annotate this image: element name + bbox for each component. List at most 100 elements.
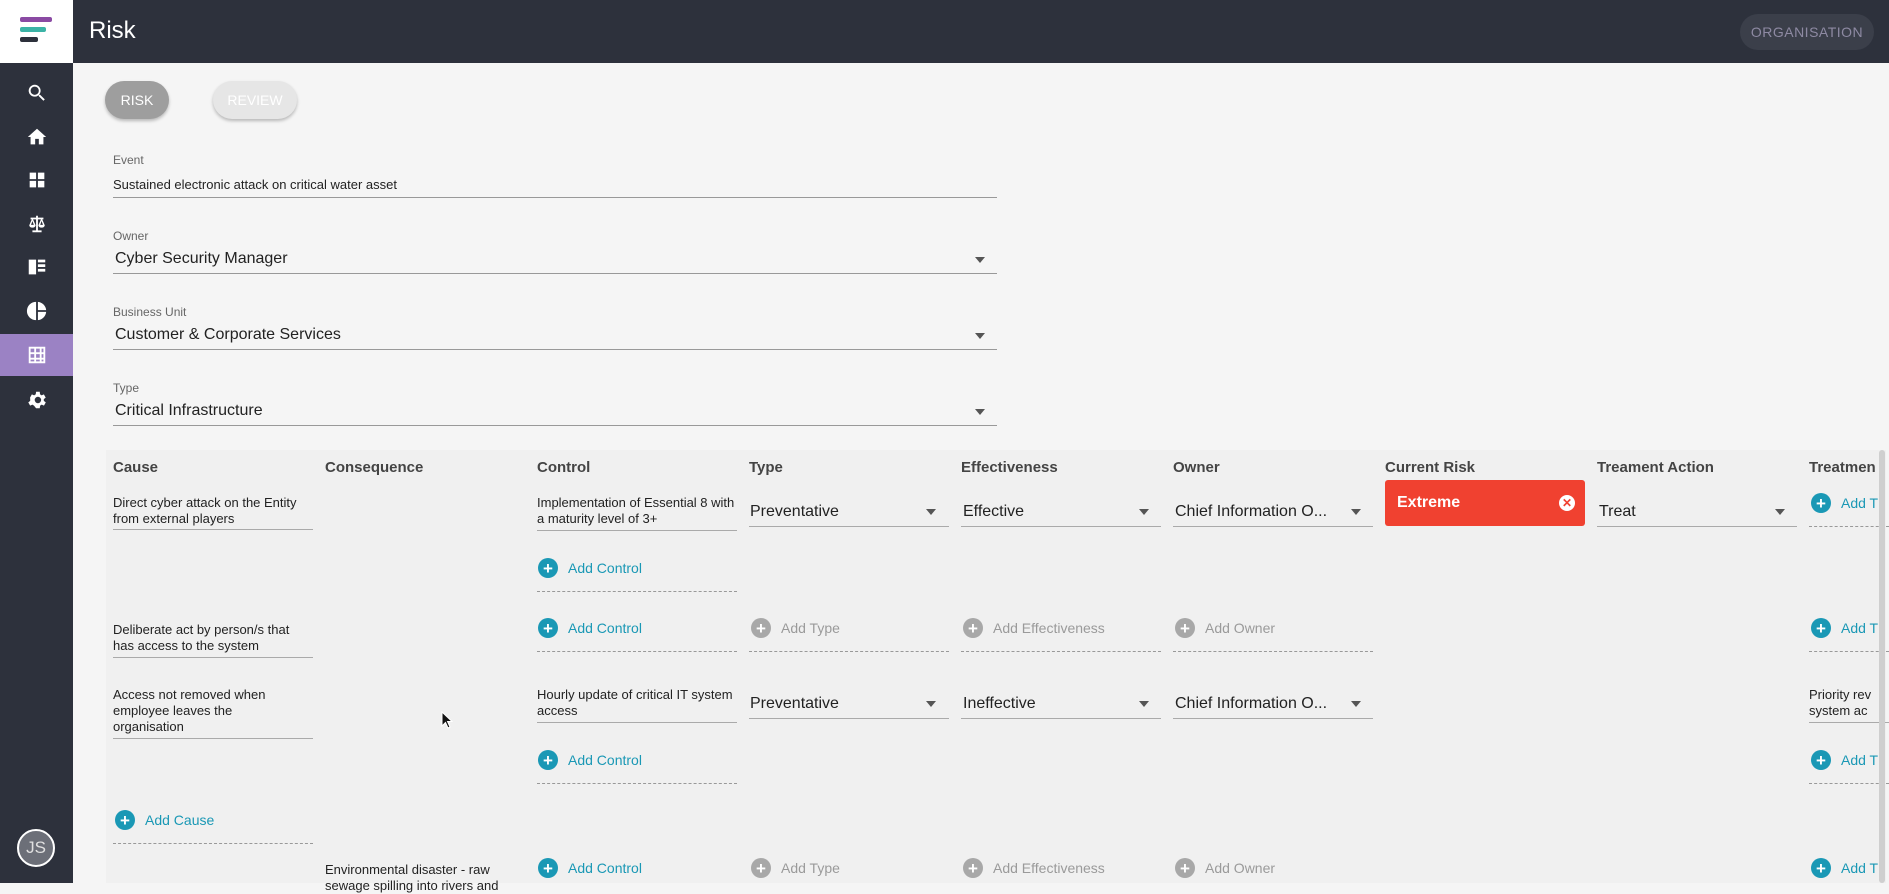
- owner-underline: [113, 273, 997, 274]
- chevron-down-icon[interactable]: [926, 701, 936, 707]
- mouse-cursor-icon: [441, 711, 453, 729]
- chevron-down-icon[interactable]: [1351, 509, 1361, 515]
- logo-bar: [20, 37, 38, 42]
- add-type-button[interactable]: + Add Type: [751, 618, 840, 638]
- current-risk-extreme-chip[interactable]: Extreme ✕: [1385, 480, 1585, 526]
- event-input[interactable]: Sustained electronic attack on critical …: [113, 177, 397, 192]
- owner-underline: [1173, 526, 1373, 527]
- effectiveness-select[interactable]: Ineffective: [963, 695, 1036, 713]
- chevron-down-icon[interactable]: [975, 333, 985, 339]
- type-underline: [749, 718, 949, 719]
- nav-search[interactable]: [0, 72, 73, 114]
- nav-compliance[interactable]: [0, 203, 73, 245]
- plus-icon: +: [1811, 858, 1831, 878]
- plus-icon: +: [751, 618, 771, 638]
- col-header-cause: Cause: [113, 459, 159, 476]
- nav-register[interactable]: [0, 246, 73, 288]
- sidebar: JS: [0, 0, 73, 883]
- list-icon: [28, 259, 45, 275]
- chevron-down-icon[interactable]: [975, 257, 985, 263]
- event-underline: [113, 197, 997, 198]
- chevron-down-icon[interactable]: [1351, 701, 1361, 707]
- add-treatment-button[interactable]: + Add T: [1811, 493, 1878, 513]
- owner-select[interactable]: Cyber Security Manager: [115, 250, 288, 268]
- control-owner-select[interactable]: Chief Information O...: [1175, 695, 1327, 713]
- nav-home[interactable]: [0, 116, 73, 158]
- add-treatment-button[interactable]: + Add T: [1811, 750, 1878, 770]
- chevron-down-icon[interactable]: [926, 509, 936, 515]
- type-underline: [749, 526, 949, 527]
- plus-icon: +: [1811, 618, 1831, 638]
- add-control-button[interactable]: + Add Control: [538, 558, 642, 578]
- business-unit-underline: [113, 349, 997, 350]
- nav-settings[interactable]: [0, 379, 73, 421]
- plus-icon: +: [1175, 858, 1195, 878]
- owner-underline: [1173, 718, 1373, 719]
- chevron-down-icon[interactable]: [1139, 701, 1149, 707]
- add-effectiveness-button[interactable]: + Add Effectiveness: [963, 618, 1105, 638]
- nav-dashboard[interactable]: [0, 159, 73, 201]
- type-underline: [113, 425, 997, 426]
- plus-icon: +: [115, 810, 135, 830]
- add-owner-button[interactable]: + Add Owner: [1175, 858, 1275, 878]
- control-owner-select[interactable]: Chief Information O...: [1175, 503, 1327, 521]
- business-unit-select[interactable]: Customer & Corporate Services: [115, 326, 341, 344]
- plus-icon: +: [1811, 493, 1831, 513]
- treatment-dash: [1809, 651, 1889, 652]
- add-treatment-button[interactable]: + Add T: [1811, 618, 1878, 638]
- plus-icon: +: [1811, 750, 1831, 770]
- add-owner-dash: [1173, 651, 1373, 652]
- nav-reports[interactable]: [0, 290, 73, 332]
- nav-risk-matrix[interactable]: [0, 334, 73, 376]
- cause-input[interactable]: Direct cyber attack on the Entity from e…: [113, 495, 303, 527]
- dashboard-grid-icon: [29, 172, 44, 188]
- pie-chart-icon: [26, 301, 46, 321]
- chevron-down-icon[interactable]: [975, 409, 985, 415]
- col-header-type: Type: [749, 459, 783, 476]
- plus-icon: +: [1175, 618, 1195, 638]
- type-label: Type: [113, 381, 140, 395]
- plus-icon: +: [963, 618, 983, 638]
- add-owner-button[interactable]: + Add Owner: [1175, 618, 1275, 638]
- vertical-scrollbar[interactable]: [1879, 450, 1885, 883]
- effectiveness-select[interactable]: Effective: [963, 503, 1024, 521]
- plus-icon: +: [963, 858, 983, 878]
- add-control-button[interactable]: + Add Control: [538, 618, 642, 638]
- col-header-treatment-action: Treament Action: [1597, 459, 1714, 476]
- treatment-text[interactable]: Priority rev system ac: [1809, 687, 1875, 721]
- treatment-action-select[interactable]: Treat: [1599, 503, 1636, 521]
- tab-risk[interactable]: RISK: [105, 81, 169, 119]
- organisation-button[interactable]: ORGANISATION: [1740, 14, 1874, 50]
- app-logo[interactable]: [0, 0, 73, 63]
- close-icon[interactable]: ✕: [1559, 495, 1575, 511]
- add-control-button[interactable]: + Add Control: [538, 750, 642, 770]
- home-icon: [27, 128, 46, 145]
- cause-input[interactable]: Access not removed when employee leaves …: [113, 687, 303, 735]
- control-input[interactable]: Hourly update of critical IT system acce…: [537, 687, 737, 719]
- col-header-control: Control: [537, 459, 591, 476]
- add-control-button[interactable]: + Add Control: [538, 858, 642, 878]
- add-type-button[interactable]: + Add Type: [751, 858, 840, 878]
- avatar[interactable]: JS: [17, 829, 55, 867]
- logo-bar: [20, 17, 52, 22]
- add-treatment-button[interactable]: + Add T: [1811, 858, 1878, 878]
- plus-icon: +: [538, 750, 558, 770]
- add-cause-button[interactable]: + Add Cause: [115, 810, 214, 830]
- chevron-down-icon[interactable]: [1139, 509, 1149, 515]
- treatment-action-underline: [1597, 526, 1797, 527]
- control-type-select[interactable]: Preventative: [750, 695, 839, 713]
- control-type-select[interactable]: Preventative: [750, 503, 839, 521]
- tab-review[interactable]: REVIEW: [213, 81, 297, 119]
- add-effectiveness-button[interactable]: + Add Effectiveness: [963, 858, 1105, 878]
- table-grid-icon: [28, 346, 45, 364]
- search-icon: [28, 84, 45, 101]
- col-header-owner: Owner: [1173, 459, 1220, 476]
- control-input[interactable]: Implementation of Essential 8 with a mat…: [537, 495, 737, 527]
- chevron-down-icon[interactable]: [1775, 509, 1785, 515]
- gear-icon: [27, 391, 46, 409]
- type-select[interactable]: Critical Infrastructure: [115, 402, 263, 420]
- consequence-input[interactable]: Environmental disaster - raw sewage spil…: [325, 862, 525, 894]
- cause-input[interactable]: Deliberate act by person/s that has acce…: [113, 622, 313, 654]
- current-risk-label: Extreme: [1397, 494, 1461, 511]
- add-control-dash: [537, 651, 737, 652]
